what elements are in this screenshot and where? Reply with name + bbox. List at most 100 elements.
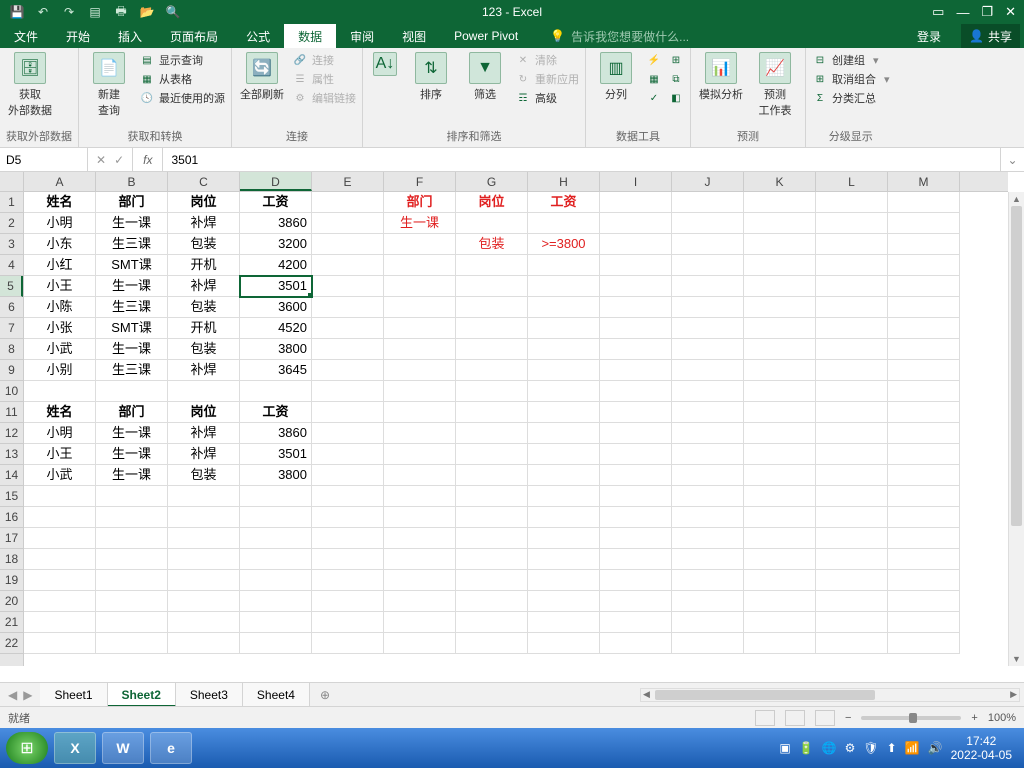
tab-file[interactable]: 文件	[0, 24, 52, 48]
cell-J20[interactable]	[672, 591, 744, 612]
cell-M21[interactable]	[888, 612, 960, 633]
column-header-D[interactable]: D	[240, 172, 312, 191]
close-icon[interactable]: ✕	[1005, 4, 1016, 20]
cell-L19[interactable]	[816, 570, 888, 591]
cell-D11[interactable]: 工资	[240, 402, 312, 423]
cell-G4[interactable]	[456, 255, 528, 276]
cell-D15[interactable]	[240, 486, 312, 507]
zoom-level[interactable]: 100%	[988, 712, 1016, 724]
row-header-10[interactable]: 10	[0, 381, 23, 402]
cell-H9[interactable]	[528, 360, 600, 381]
cell-J2[interactable]	[672, 213, 744, 234]
cell-M15[interactable]	[888, 486, 960, 507]
column-header-A[interactable]: A	[24, 172, 96, 191]
cell-H3[interactable]: >=3800	[528, 234, 600, 255]
cell-H13[interactable]	[528, 444, 600, 465]
cell-K14[interactable]	[744, 465, 816, 486]
cell-J19[interactable]	[672, 570, 744, 591]
cell-D22[interactable]	[240, 633, 312, 654]
cell-L10[interactable]	[816, 381, 888, 402]
cell-L7[interactable]	[816, 318, 888, 339]
connections-button[interactable]: 🔗连接	[292, 52, 356, 68]
cell-K22[interactable]	[744, 633, 816, 654]
cell-A5[interactable]: 小王	[24, 276, 96, 297]
cell-A22[interactable]	[24, 633, 96, 654]
cell-A17[interactable]	[24, 528, 96, 549]
cell-F1[interactable]: 部门	[384, 192, 456, 213]
cell-L2[interactable]	[816, 213, 888, 234]
cell-G8[interactable]	[456, 339, 528, 360]
cell-J22[interactable]	[672, 633, 744, 654]
tray-icon[interactable]: ⚙	[845, 741, 856, 755]
cell-H22[interactable]	[528, 633, 600, 654]
cell-L16[interactable]	[816, 507, 888, 528]
cell-J17[interactable]	[672, 528, 744, 549]
taskbar-browser-button[interactable]: e	[150, 732, 192, 764]
cell-D9[interactable]: 3645	[240, 360, 312, 381]
cell-B8[interactable]: 生一课	[96, 339, 168, 360]
cell-A14[interactable]: 小武	[24, 465, 96, 486]
cell-G19[interactable]	[456, 570, 528, 591]
cell-A21[interactable]	[24, 612, 96, 633]
cell-F7[interactable]	[384, 318, 456, 339]
cell-M18[interactable]	[888, 549, 960, 570]
tab-layout[interactable]: 页面布局	[156, 24, 232, 48]
cell-A10[interactable]	[24, 381, 96, 402]
row-header-21[interactable]: 21	[0, 612, 23, 633]
relationships-button[interactable]: ⧉	[668, 71, 684, 87]
cell-M17[interactable]	[888, 528, 960, 549]
cell-F14[interactable]	[384, 465, 456, 486]
cell-K1[interactable]	[744, 192, 816, 213]
tab-home[interactable]: 开始	[52, 24, 104, 48]
cell-F4[interactable]	[384, 255, 456, 276]
ungroup-button[interactable]: ⊞取消组合▾	[812, 71, 890, 87]
cell-M2[interactable]	[888, 213, 960, 234]
tab-insert[interactable]: 插入	[104, 24, 156, 48]
from-table-button[interactable]: ▦从表格	[139, 71, 225, 87]
cell-A6[interactable]: 小陈	[24, 297, 96, 318]
cell-C4[interactable]: 开机	[168, 255, 240, 276]
cell-L22[interactable]	[816, 633, 888, 654]
taskbar-clock[interactable]: 17:42 2022-04-05	[951, 734, 1012, 763]
cell-M8[interactable]	[888, 339, 960, 360]
cell-I6[interactable]	[600, 297, 672, 318]
data-model-button[interactable]: ◧	[668, 90, 684, 106]
cell-A18[interactable]	[24, 549, 96, 570]
start-button[interactable]: ⊞	[6, 732, 48, 764]
cell-M5[interactable]	[888, 276, 960, 297]
cell-L13[interactable]	[816, 444, 888, 465]
cell-C14[interactable]: 包装	[168, 465, 240, 486]
consolidate-button[interactable]: ⊞	[668, 52, 684, 68]
cell-A3[interactable]: 小东	[24, 234, 96, 255]
cell-C6[interactable]: 包装	[168, 297, 240, 318]
sort-button[interactable]: ⇅ 排序	[407, 52, 455, 102]
subtotal-button[interactable]: Σ分类汇总	[812, 90, 890, 106]
cell-D18[interactable]	[240, 549, 312, 570]
redo-icon[interactable]: ↷	[60, 3, 78, 21]
cell-A4[interactable]: 小红	[24, 255, 96, 276]
cell-L9[interactable]	[816, 360, 888, 381]
cell-E14[interactable]	[312, 465, 384, 486]
cell-C22[interactable]	[168, 633, 240, 654]
row-header-11[interactable]: 11	[0, 402, 23, 423]
cell-G21[interactable]	[456, 612, 528, 633]
row-header-2[interactable]: 2	[0, 213, 23, 234]
row-header-12[interactable]: 12	[0, 423, 23, 444]
cell-G10[interactable]	[456, 381, 528, 402]
data-validation-button[interactable]: ✓	[646, 90, 662, 106]
scroll-down-icon[interactable]: ▼	[1009, 652, 1024, 666]
cell-M10[interactable]	[888, 381, 960, 402]
sheet-tab-2[interactable]: Sheet2	[108, 683, 176, 707]
cell-A7[interactable]: 小张	[24, 318, 96, 339]
cell-B6[interactable]: 生三课	[96, 297, 168, 318]
column-header-J[interactable]: J	[672, 172, 744, 191]
horizontal-scrollbar[interactable]: ◀ ▶	[640, 688, 1020, 702]
cell-E20[interactable]	[312, 591, 384, 612]
cell-K5[interactable]	[744, 276, 816, 297]
ribbon-options-icon[interactable]: ▭	[932, 4, 944, 20]
expand-formula-bar-icon[interactable]: ⌄	[1000, 148, 1024, 171]
cell-E16[interactable]	[312, 507, 384, 528]
cell-J6[interactable]	[672, 297, 744, 318]
page-break-view-button[interactable]	[815, 710, 835, 726]
cell-E9[interactable]	[312, 360, 384, 381]
